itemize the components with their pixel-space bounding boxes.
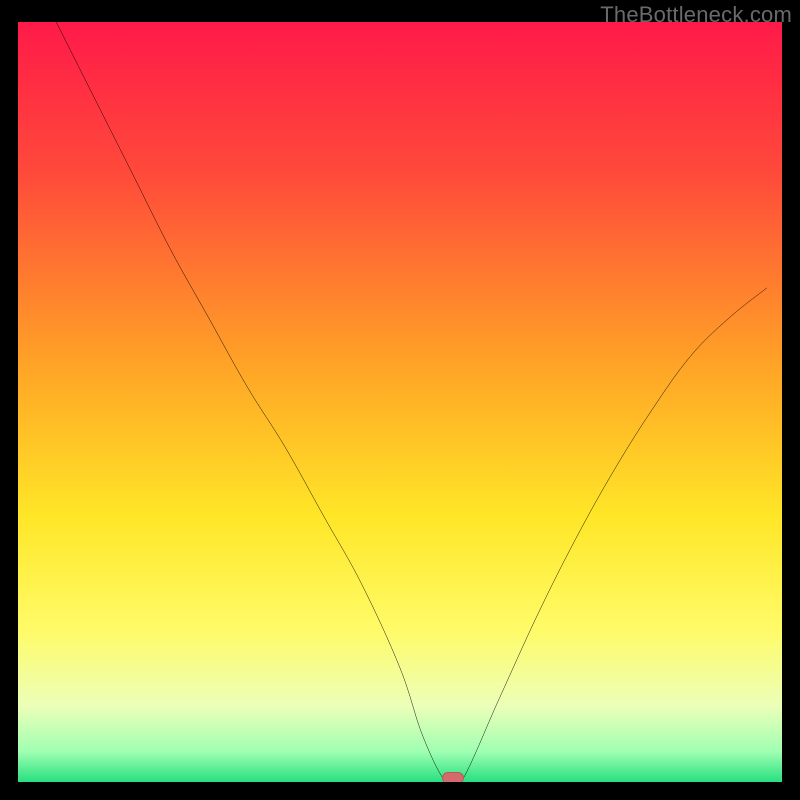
bottleneck-curve xyxy=(18,22,782,782)
chart-container: TheBottleneck.com xyxy=(0,0,800,800)
plot-area xyxy=(18,22,782,782)
optimal-point-marker xyxy=(442,772,464,782)
watermark-label: TheBottleneck.com xyxy=(600,2,792,28)
